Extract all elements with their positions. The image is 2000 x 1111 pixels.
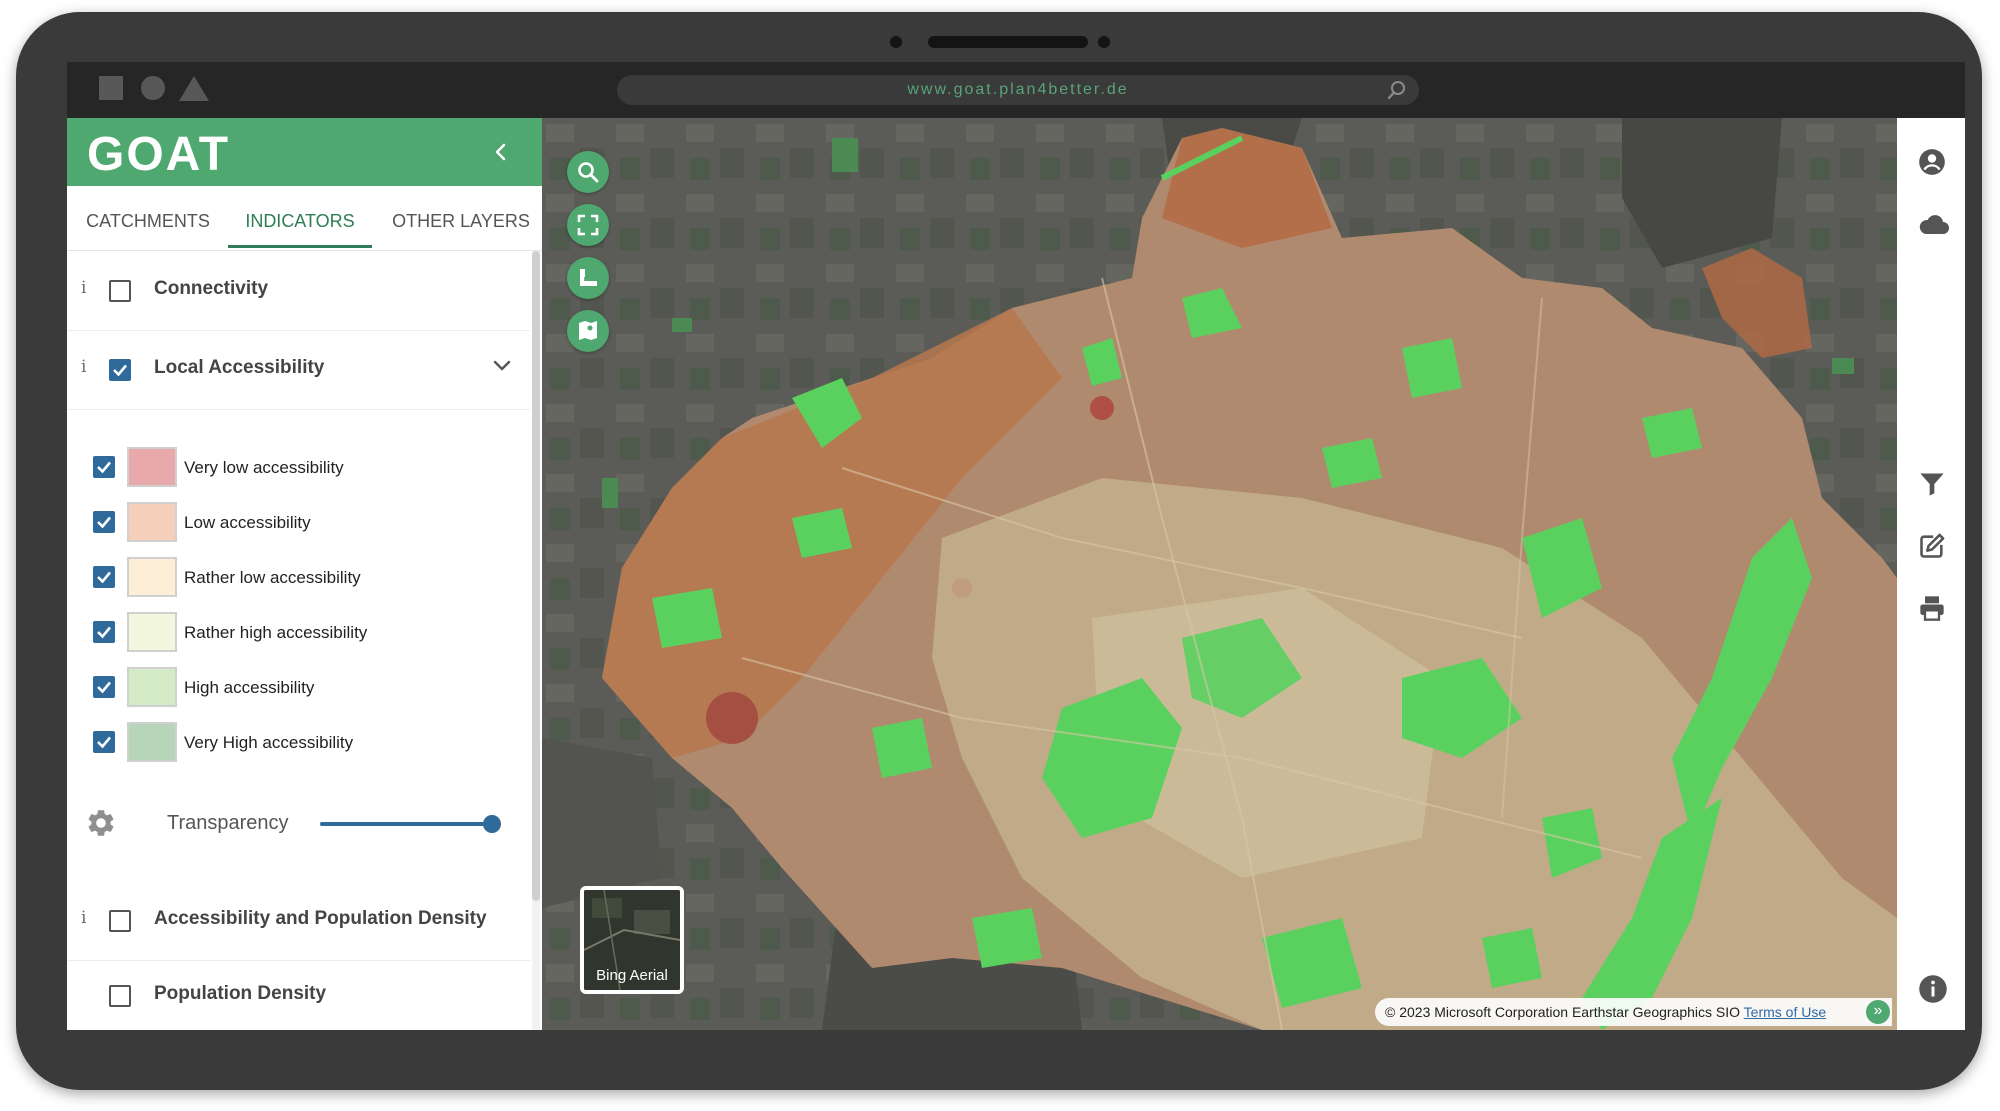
url-field[interactable]: www.goat.plan4better.de — [617, 75, 1419, 105]
circle-icon[interactable] — [141, 76, 165, 100]
info-icon[interactable]: i — [81, 357, 86, 377]
url-text[interactable]: www.goat.plan4better.de — [617, 75, 1419, 105]
sidebar-header: GOAT — [67, 118, 542, 186]
legend-swatch — [127, 722, 177, 762]
tab-bar: CATCHMENTS INDICATORS OTHER LAYERS — [67, 186, 542, 251]
legend-swatch — [127, 502, 177, 542]
camera-dot — [890, 36, 902, 48]
map-layers-icon — [579, 321, 597, 340]
transparency-slider-thumb[interactable] — [483, 815, 501, 833]
tab-catchments[interactable]: CATCHMENTS — [77, 186, 219, 250]
legend-row-very-low: Very low accessibility — [67, 440, 530, 495]
legend-label: Rather high accessibility — [184, 623, 368, 642]
layer-row-accessibility-population: i Accessibility and Population Density — [67, 882, 530, 961]
legend-swatch — [127, 557, 177, 597]
fullscreen-icon — [577, 214, 599, 236]
search-icon[interactable] — [1387, 80, 1407, 100]
layer-label: Accessibility and Population Density — [154, 908, 487, 929]
device-frame: www.goat.plan4better.de GOAT CATCHMENTS … — [16, 12, 1982, 1090]
checkmark-icon — [97, 571, 111, 584]
legend-label: Rather low accessibility — [184, 568, 361, 587]
scrollbar-thumb[interactable] — [532, 251, 540, 901]
legend-label: Very High accessibility — [184, 733, 354, 752]
chevron-down-icon[interactable] — [492, 355, 512, 375]
terms-of-use-link[interactable]: Terms of Use — [1744, 1004, 1826, 1020]
cloud-icon[interactable] — [1918, 210, 1950, 238]
right-toolbar — [1897, 118, 1965, 1030]
legend-checkbox[interactable] — [93, 621, 115, 643]
speaker-grille — [928, 36, 1088, 48]
map-attribution: © 2023 Microsoft Corporation Earthstar G… — [1375, 998, 1892, 1026]
print-icon[interactable] — [1918, 594, 1946, 622]
population-density-checkbox[interactable] — [109, 985, 131, 1007]
sensor-dot — [1098, 36, 1110, 48]
tab-other-layers[interactable]: OTHER LAYERS — [387, 186, 535, 250]
legend-row-high: High accessibility — [67, 660, 530, 715]
map-view[interactable]: Bing Aerial © 2023 Microsoft Corporation… — [542, 118, 1897, 1030]
accessibility-population-checkbox[interactable] — [109, 910, 131, 932]
layer-row-local-accessibility: i Local Accessibility — [67, 331, 530, 410]
attribution-copyright: © 2023 Microsoft Corporation Earthstar G… — [1385, 1004, 1741, 1020]
attribution-expand-button[interactable]: » — [1866, 1000, 1890, 1024]
legend-label: Very low accessibility — [184, 458, 344, 477]
user-icon[interactable] — [1918, 148, 1946, 176]
basemap-label: Bing Aerial — [596, 967, 668, 984]
legend-swatch — [127, 667, 177, 707]
gear-icon[interactable] — [85, 807, 117, 839]
info-icon[interactable] — [1918, 974, 1948, 1004]
info-icon[interactable]: i — [81, 278, 86, 298]
info-icon[interactable]: i — [81, 908, 86, 928]
checkmark-icon — [113, 364, 127, 377]
legend-label: Low accessibility — [184, 513, 311, 532]
connectivity-checkbox[interactable] — [109, 280, 131, 302]
fullscreen-button[interactable] — [567, 204, 609, 246]
edit-icon[interactable] — [1918, 532, 1946, 560]
map-canvas[interactable] — [542, 118, 1897, 1030]
filter-icon[interactable] — [1918, 470, 1946, 498]
checkmark-icon — [97, 626, 111, 639]
legend-checkbox[interactable] — [93, 566, 115, 588]
layer-label: Connectivity — [154, 278, 269, 299]
legend-label: High accessibility — [184, 678, 315, 697]
attribution-text: © 2023 Microsoft Corporation Earthstar G… — [1385, 1004, 1826, 1020]
legend-checkbox[interactable] — [93, 731, 115, 753]
legend-row-very-high: Very High accessibility — [67, 715, 530, 770]
checkmark-icon — [97, 736, 111, 749]
square-icon[interactable] — [99, 76, 123, 100]
layer-label: Local Accessibility — [154, 357, 325, 378]
chevron-left-icon[interactable] — [487, 138, 515, 166]
legend-row-rather-low: Rather low accessibility — [67, 550, 530, 605]
measure-icon — [580, 269, 597, 286]
triangle-icon[interactable] — [179, 76, 209, 101]
legend-swatch — [127, 612, 177, 652]
transparency-slider[interactable] — [320, 822, 495, 826]
checkmark-icon — [97, 516, 111, 529]
search-icon — [578, 162, 599, 183]
transparency-label: Transparency — [167, 812, 289, 834]
legend-row-low: Low accessibility — [67, 495, 530, 550]
active-tab-indicator — [228, 245, 372, 248]
tab-indicators[interactable]: INDICATORS — [228, 186, 372, 250]
layer-label: Population Density — [154, 983, 327, 1004]
app-screen: GOAT CATCHMENTS INDICATORS OTHER LAYERS … — [67, 118, 1965, 1030]
measure-button[interactable] — [567, 257, 609, 299]
layer-row-connectivity: i Connectivity — [67, 252, 530, 331]
browser-toolbar: www.goat.plan4better.de — [67, 62, 1965, 118]
layer-row-population-density: Population Density — [67, 961, 530, 1030]
map-layers-button[interactable] — [567, 310, 609, 352]
sidebar: GOAT CATCHMENTS INDICATORS OTHER LAYERS … — [67, 118, 542, 1030]
basemap-toggle[interactable]: Bing Aerial — [580, 886, 684, 994]
checkmark-icon — [97, 681, 111, 694]
legend-swatch — [127, 447, 177, 487]
checkmark-icon — [97, 461, 111, 474]
legend-checkbox[interactable] — [93, 676, 115, 698]
local-accessibility-checkbox[interactable] — [109, 359, 131, 381]
legend-checkbox[interactable] — [93, 511, 115, 533]
legend-checkbox[interactable] — [93, 456, 115, 478]
legend-row-rather-high: Rather high accessibility — [67, 605, 530, 660]
goat-logo: GOAT — [87, 128, 230, 178]
search-button[interactable] — [567, 151, 609, 193]
logo-text: GOAT — [87, 128, 230, 178]
